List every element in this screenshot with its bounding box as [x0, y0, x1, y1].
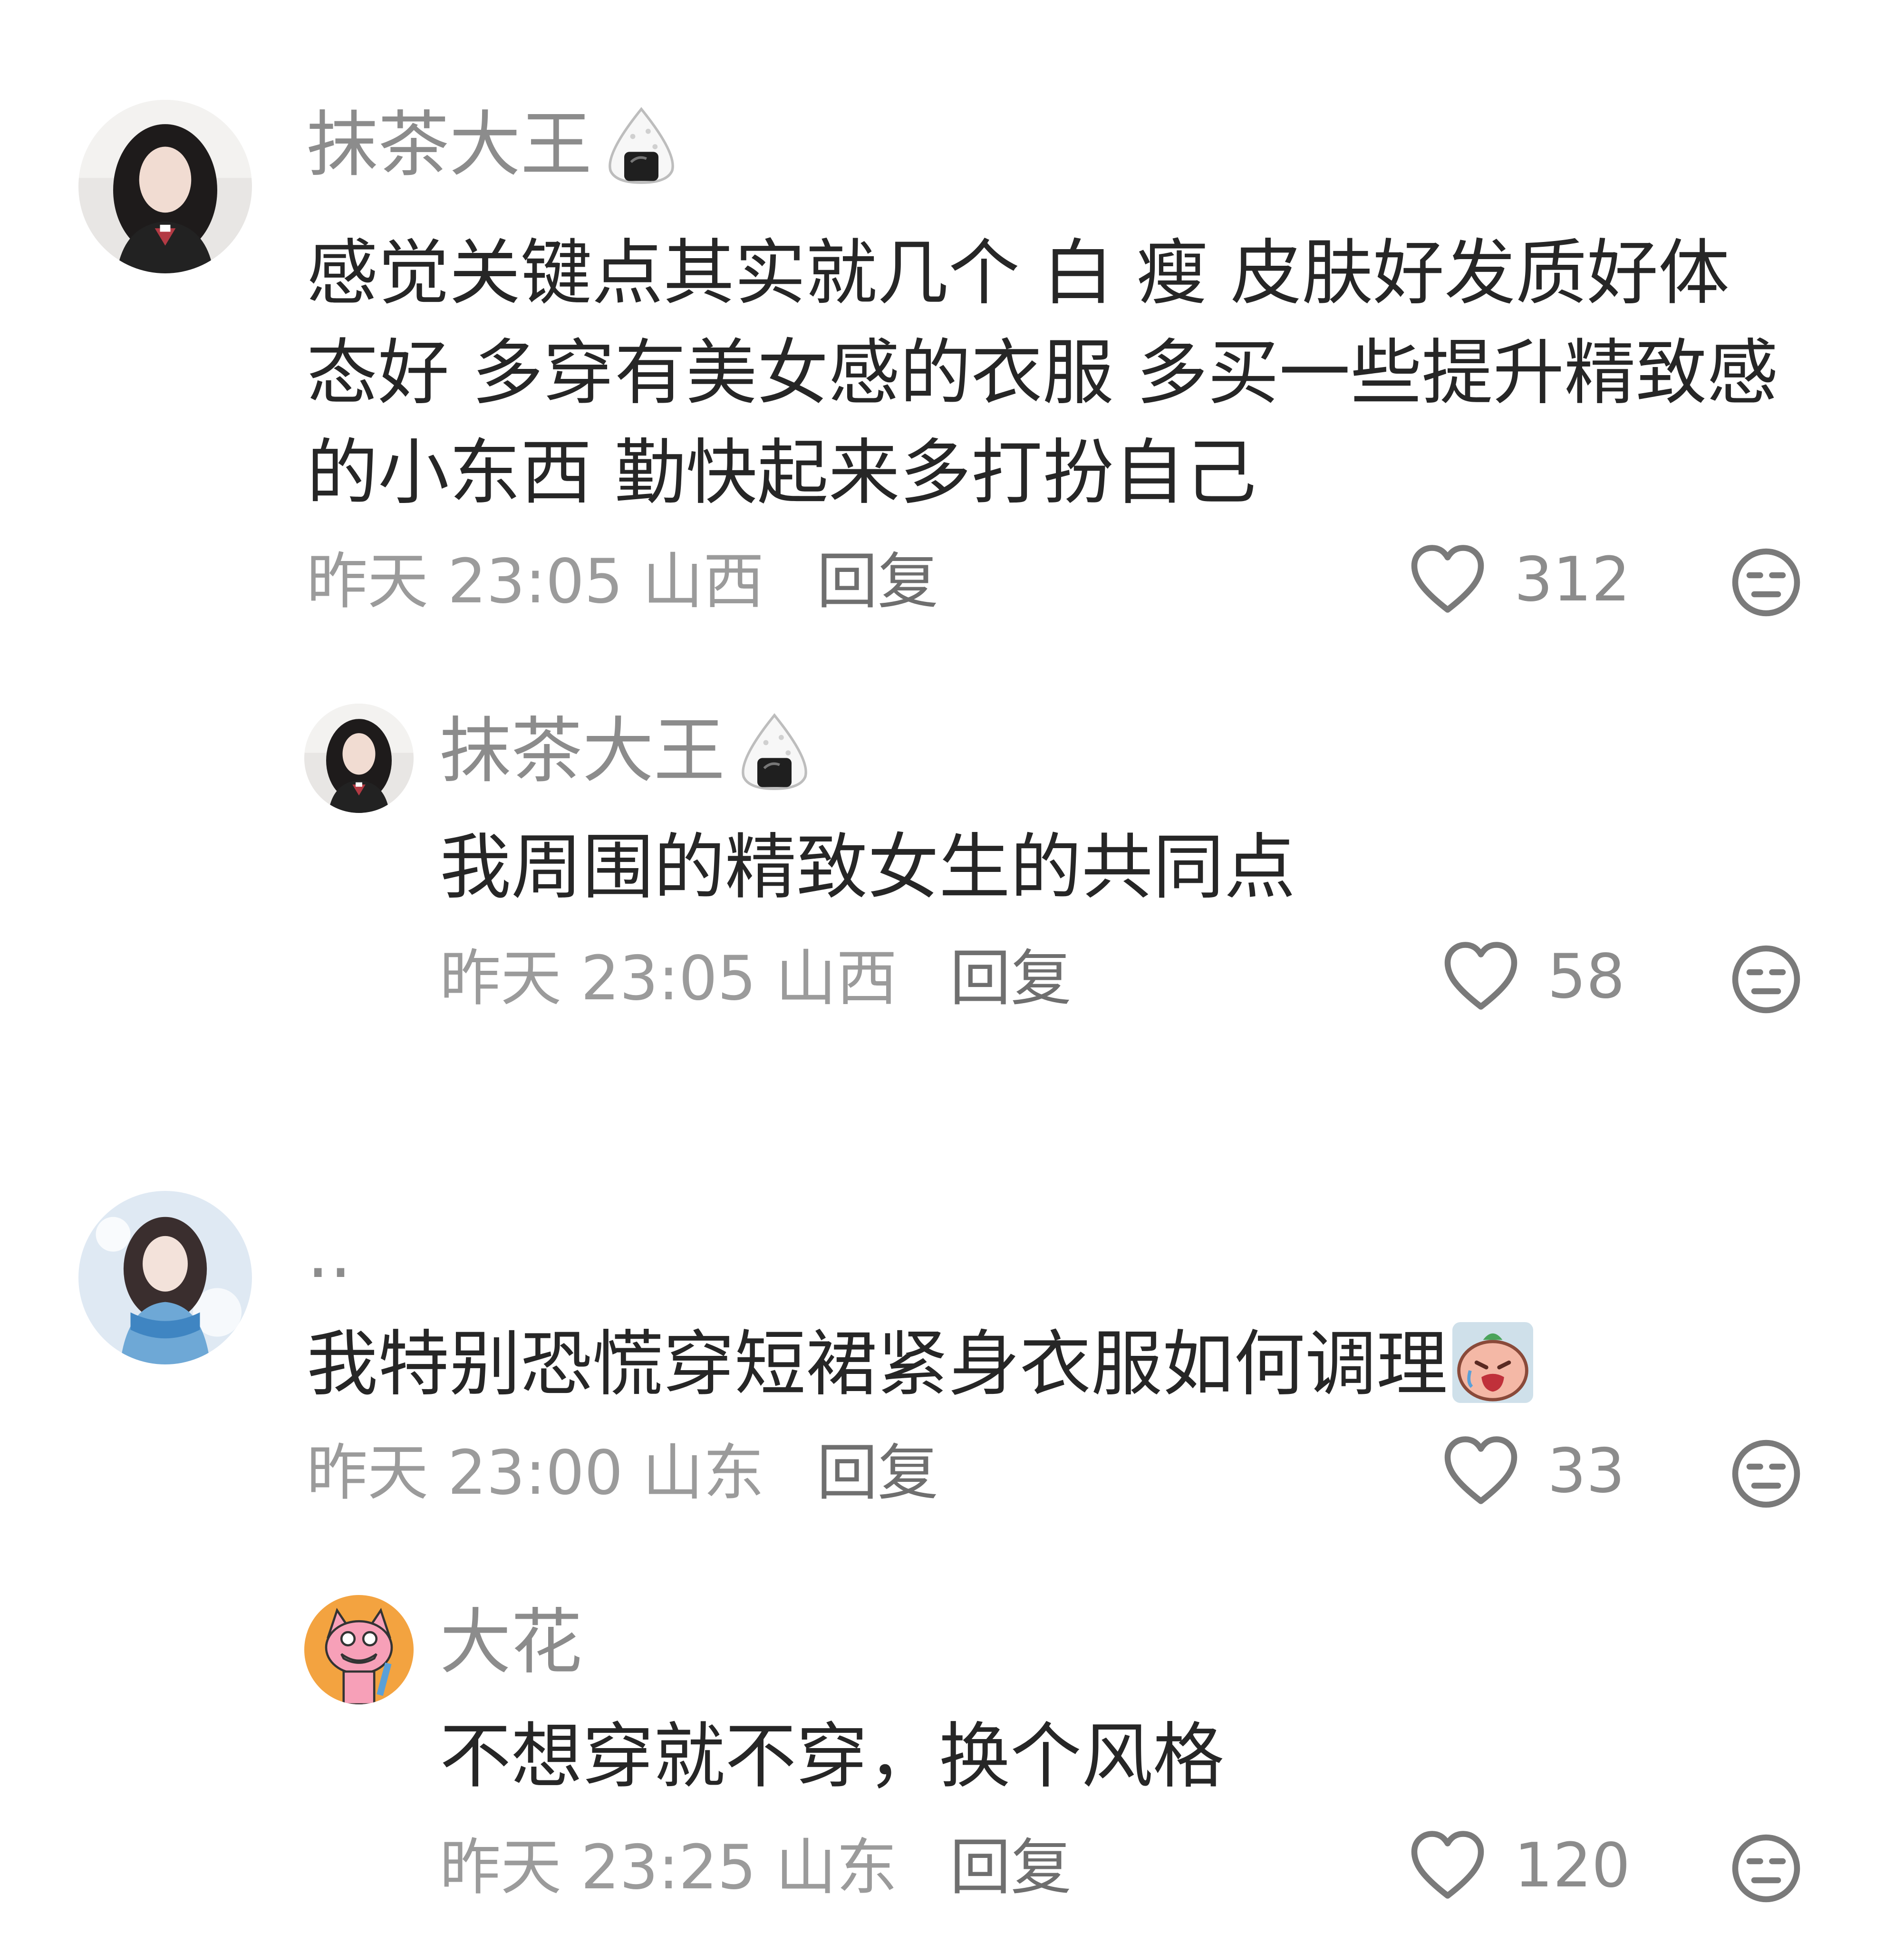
timestamp: 昨天 23:05 — [307, 546, 623, 617]
like-button[interactable]: 58 — [1443, 941, 1625, 1013]
heart-icon — [1444, 942, 1517, 1010]
timestamp: 昨天 23:25 — [440, 1832, 756, 1903]
comment-meta: 昨天 23:05 山西 回复 — [307, 551, 938, 612]
like-button[interactable]: 312 — [1410, 544, 1630, 616]
avatar[interactable] — [304, 1595, 414, 1704]
like-count: 58 — [1547, 941, 1625, 1012]
dislike-button[interactable] — [1730, 1833, 1802, 1904]
username[interactable]: 抹茶大王 — [440, 708, 817, 794]
avatar[interactable] — [304, 704, 414, 813]
comment-text: 我特别恐慌穿短裙紧身衣服如何调理 — [307, 1315, 1534, 1414]
location: 山西 — [642, 546, 764, 617]
comment-meta: 昨天 23:05 山西 回复 — [440, 948, 1072, 1009]
comment-meta: 昨天 23:25 山东 回复 — [440, 1837, 1072, 1898]
meh-face-icon — [1732, 1440, 1800, 1508]
heart-icon — [1444, 1436, 1517, 1504]
meh-face-icon — [1732, 1834, 1800, 1903]
dislike-button[interactable] — [1730, 1438, 1802, 1509]
rice-ball-icon — [732, 708, 817, 794]
username[interactable]: .. — [307, 1217, 352, 1288]
username[interactable]: 抹茶大王 — [307, 102, 684, 188]
like-count: 33 — [1547, 1436, 1625, 1507]
avatar-image — [304, 1595, 414, 1704]
like-count: 120 — [1514, 1830, 1631, 1901]
username[interactable]: 大花 — [440, 1607, 582, 1678]
reply-button[interactable]: 回复 — [950, 943, 1072, 1014]
meh-face-icon — [1732, 945, 1800, 1014]
avatar-image — [78, 1191, 252, 1364]
heart-icon — [1411, 1831, 1484, 1899]
dislike-button[interactable] — [1730, 547, 1802, 618]
rice-ball-icon — [599, 102, 684, 188]
like-button[interactable]: 33 — [1443, 1436, 1625, 1507]
reply-button[interactable]: 回复 — [950, 1832, 1072, 1903]
comment-text: 不想穿就不穿，换个风格 — [440, 1715, 1225, 1798]
like-button[interactable]: 120 — [1410, 1830, 1630, 1902]
avatar[interactable] — [78, 1191, 252, 1364]
like-count: 312 — [1514, 544, 1631, 615]
location: 山东 — [642, 1438, 764, 1508]
comment-meta: 昨天 23:00 山东 回复 — [307, 1443, 938, 1504]
comment-text: 感觉关键点其实就几个 白 瘦 皮肤好发质好体 态好 多穿有美女感的衣服 多买一些… — [307, 232, 1778, 514]
avatar-image — [304, 704, 414, 813]
reply-button[interactable]: 回复 — [817, 1438, 938, 1508]
timestamp: 昨天 23:05 — [440, 943, 756, 1014]
heart-icon — [1411, 545, 1484, 613]
crying-face-emoji — [1452, 1322, 1534, 1403]
meh-face-icon — [1732, 548, 1800, 617]
comment-text: 我周围的精致女生的共同点 — [440, 826, 1296, 909]
reply-button[interactable]: 回复 — [817, 546, 938, 617]
avatar[interactable] — [78, 100, 252, 273]
location: 山西 — [775, 943, 898, 1014]
dislike-button[interactable] — [1730, 944, 1802, 1015]
timestamp: 昨天 23:00 — [307, 1438, 623, 1508]
avatar-image — [78, 100, 252, 273]
location: 山东 — [775, 1832, 898, 1903]
